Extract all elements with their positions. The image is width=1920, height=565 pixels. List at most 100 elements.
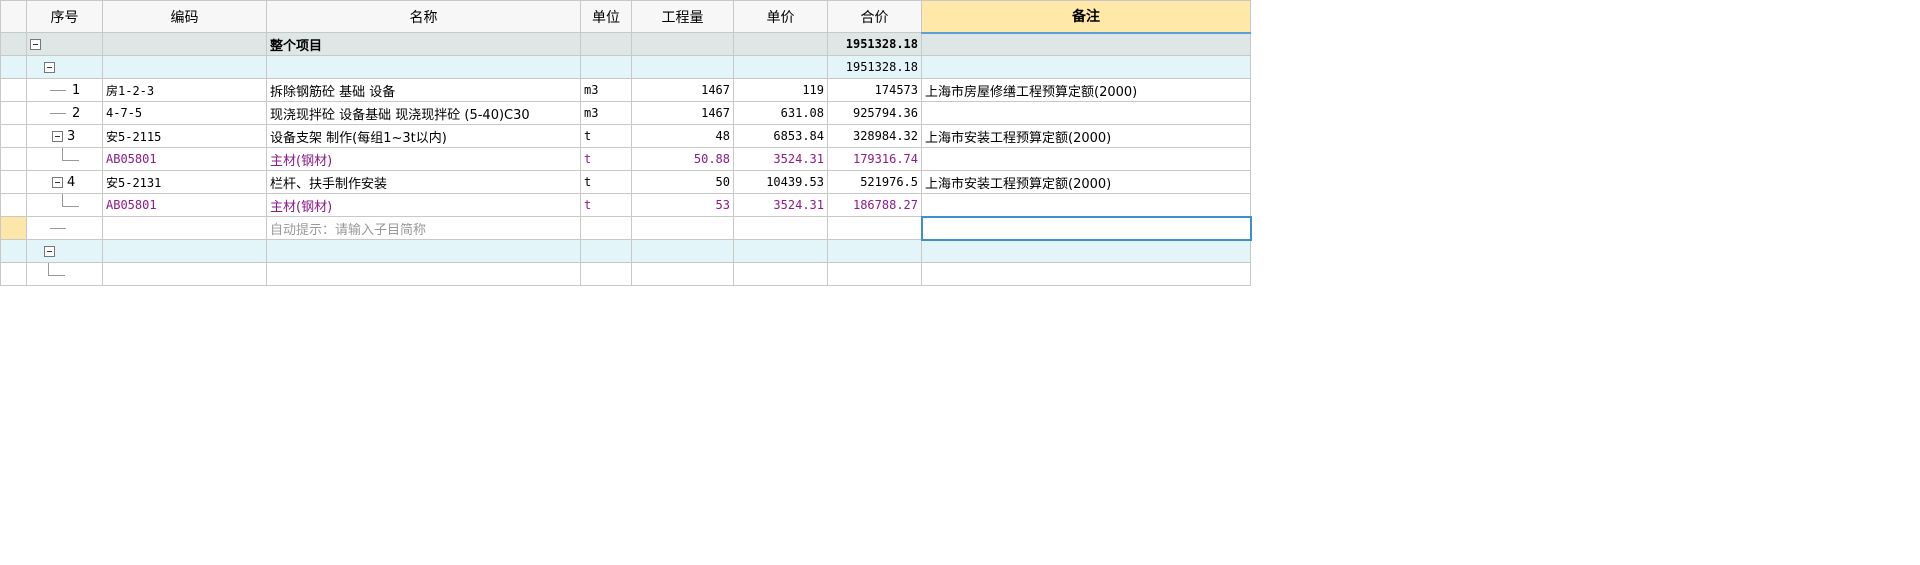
table-row[interactable]: [0, 262, 1251, 286]
quantity-cell[interactable]: 50: [631, 170, 734, 194]
unit-price-cell[interactable]: 631.08: [733, 101, 828, 125]
total-cell[interactable]: 521976.5: [827, 170, 922, 194]
project-row[interactable]: 整个项目 1951328.18: [0, 32, 1251, 56]
section-row[interactable]: [0, 239, 1251, 263]
row-selector[interactable]: [0, 55, 27, 79]
quantity-cell[interactable]: 53: [631, 193, 734, 217]
row-selector[interactable]: [0, 239, 27, 263]
note-cell[interactable]: [921, 193, 1251, 217]
material-row[interactable]: AB05801 主材(钢材) t 53 3524.31 186788.27: [0, 193, 1251, 217]
col-header-name[interactable]: 名称: [266, 0, 581, 33]
total-cell[interactable]: [827, 262, 922, 286]
name-cell[interactable]: 主材(钢材): [266, 193, 581, 217]
total-cell[interactable]: 1951328.18: [827, 55, 922, 79]
quantity-cell[interactable]: 1467: [631, 78, 734, 102]
unit-price-cell[interactable]: 6853.84: [733, 124, 828, 148]
unit-price-cell[interactable]: [733, 32, 828, 56]
unit-cell[interactable]: [580, 55, 632, 79]
quantity-cell[interactable]: [631, 32, 734, 56]
material-row[interactable]: AB05801 主材(钢材) t 50.88 3524.31 179316.74: [0, 147, 1251, 171]
col-header-unit-price[interactable]: 单价: [733, 0, 828, 33]
tree-cell[interactable]: 3: [26, 124, 103, 148]
name-cell[interactable]: 栏杆、扶手制作安装: [266, 170, 581, 194]
code-cell[interactable]: 4-7-5: [102, 101, 267, 125]
col-header-note[interactable]: 备注: [921, 0, 1251, 34]
corner-cell[interactable]: [0, 0, 27, 33]
collapse-icon[interactable]: [30, 38, 41, 50]
table-row[interactable]: 2 4-7-5 现浇现拌砼 设备基础 现浇现拌砼 (5-40)C30 m3 14…: [0, 101, 1251, 125]
row-selector[interactable]: [0, 147, 27, 171]
code-cell[interactable]: [102, 32, 267, 56]
row-selector[interactable]: [0, 216, 27, 240]
name-cell[interactable]: 主材(钢材): [266, 147, 581, 171]
new-entry-row[interactable]: 自动提示：请输入子目简称: [0, 215, 1252, 241]
note-cell[interactable]: [921, 55, 1251, 79]
name-cell[interactable]: [266, 239, 581, 263]
table-row[interactable]: 1 房1-2-3 拆除钢筋砼 基础 设备 m3 1467 119 174573 …: [0, 78, 1251, 102]
row-selector[interactable]: [0, 124, 27, 148]
code-cell[interactable]: [102, 262, 267, 286]
col-header-code[interactable]: 编码: [102, 0, 267, 33]
unit-cell[interactable]: t: [580, 147, 632, 171]
name-cell[interactable]: 设备支架 制作(每组1~3t以内): [266, 124, 581, 148]
unit-price-cell[interactable]: 3524.31: [733, 147, 828, 171]
unit-cell[interactable]: [580, 262, 632, 286]
unit-cell[interactable]: t: [580, 170, 632, 194]
total-cell[interactable]: 186788.27: [827, 193, 922, 217]
quantity-cell[interactable]: [631, 55, 734, 79]
name-input-hint[interactable]: 自动提示：请输入子目简称: [266, 216, 581, 240]
code-cell[interactable]: 安5-2131: [102, 170, 267, 194]
col-header-quantity[interactable]: 工程量: [631, 0, 734, 33]
total-cell[interactable]: 328984.32: [827, 124, 922, 148]
code-cell[interactable]: 房1-2-3: [102, 78, 267, 102]
row-selector[interactable]: [0, 262, 27, 286]
unit-cell[interactable]: m3: [580, 78, 632, 102]
quantity-cell[interactable]: [631, 216, 734, 240]
note-cell[interactable]: [921, 262, 1251, 286]
code-cell[interactable]: 安5-2115: [102, 124, 267, 148]
tree-cell[interactable]: [26, 32, 103, 56]
table-row[interactable]: 4 安5-2131 栏杆、扶手制作安装 t 50 10439.53 521976…: [0, 170, 1251, 194]
unit-price-cell[interactable]: [733, 262, 828, 286]
total-cell[interactable]: 925794.36: [827, 101, 922, 125]
total-cell[interactable]: [827, 239, 922, 263]
name-cell[interactable]: 整个项目: [266, 32, 581, 56]
quantity-cell[interactable]: [631, 262, 734, 286]
unit-cell[interactable]: t: [580, 124, 632, 148]
unit-price-cell[interactable]: 119: [733, 78, 828, 102]
unit-cell[interactable]: [580, 216, 632, 240]
section-row[interactable]: 1951328.18: [0, 55, 1251, 79]
collapse-icon[interactable]: [52, 176, 63, 188]
collapse-icon[interactable]: [44, 61, 55, 73]
unit-price-cell[interactable]: [733, 55, 828, 79]
collapse-icon[interactable]: [44, 245, 55, 257]
table-row[interactable]: 3 安5-2115 设备支架 制作(每组1~3t以内) t 48 6853.84…: [0, 124, 1251, 148]
collapse-icon[interactable]: [52, 130, 63, 142]
unit-price-cell[interactable]: 10439.53: [733, 170, 828, 194]
total-cell[interactable]: 179316.74: [827, 147, 922, 171]
unit-cell[interactable]: [580, 239, 632, 263]
note-cell[interactable]: 上海市安装工程预算定额(2000): [921, 124, 1251, 148]
tree-cell[interactable]: [26, 55, 103, 79]
note-cell[interactable]: [921, 147, 1251, 171]
total-cell[interactable]: [827, 216, 922, 240]
unit-price-cell[interactable]: [733, 216, 828, 240]
code-cell[interactable]: [102, 216, 267, 240]
note-cell[interactable]: [921, 101, 1251, 125]
row-selector[interactable]: [0, 101, 27, 125]
quantity-cell[interactable]: 50.88: [631, 147, 734, 171]
quantity-cell[interactable]: [631, 239, 734, 263]
name-cell[interactable]: 现浇现拌砼 设备基础 现浇现拌砼 (5-40)C30: [266, 101, 581, 125]
note-cell[interactable]: 上海市安装工程预算定额(2000): [921, 170, 1251, 194]
note-cell[interactable]: 上海市房屋修缮工程预算定额(2000): [921, 78, 1251, 102]
note-cell-active[interactable]: [920, 215, 1252, 241]
unit-price-cell[interactable]: 3524.31: [733, 193, 828, 217]
row-selector[interactable]: [0, 78, 27, 102]
row-selector[interactable]: [0, 170, 27, 194]
code-cell[interactable]: AB05801: [102, 193, 267, 217]
row-selector[interactable]: [0, 193, 27, 217]
tree-cell[interactable]: [26, 239, 103, 263]
unit-price-cell[interactable]: [733, 239, 828, 263]
name-cell[interactable]: 拆除钢筋砼 基础 设备: [266, 78, 581, 102]
col-header-unit[interactable]: 单位: [580, 0, 632, 33]
